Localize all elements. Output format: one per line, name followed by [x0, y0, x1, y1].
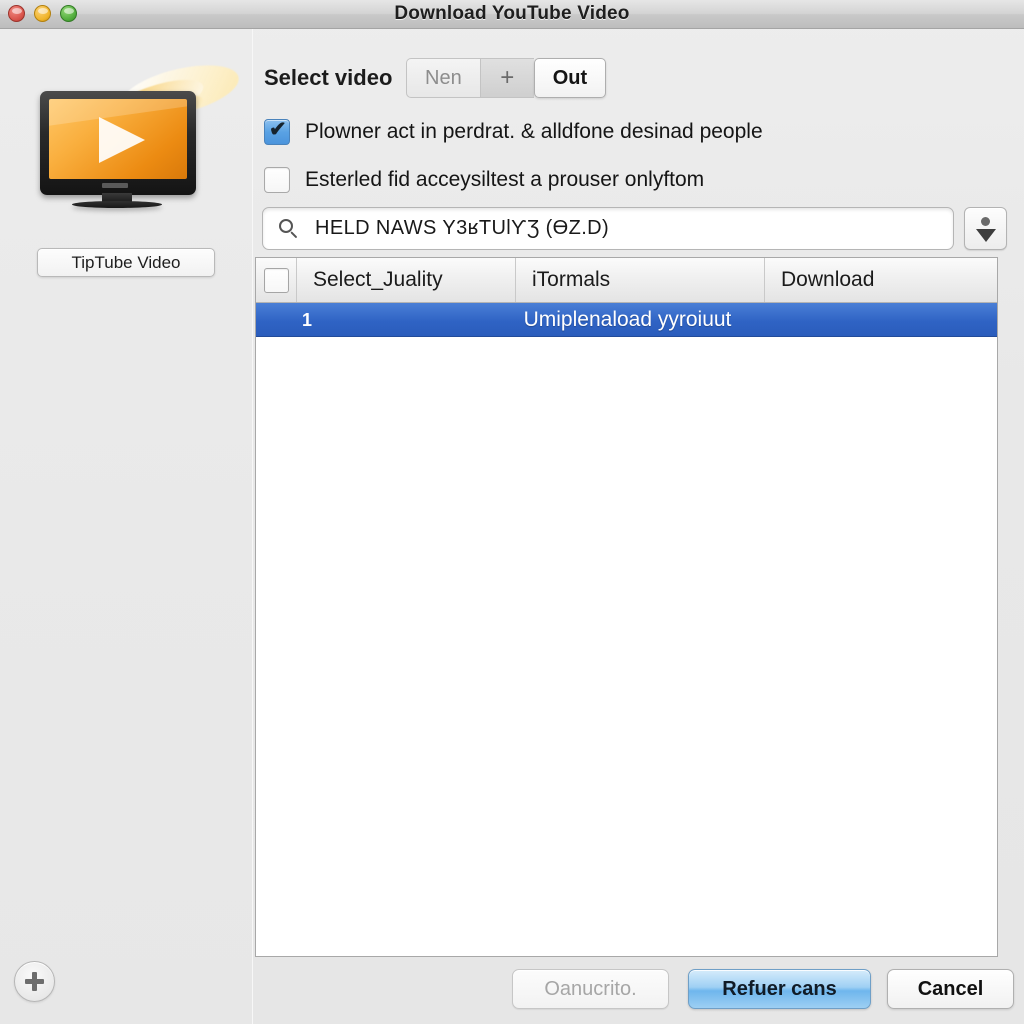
dialog-content: TipTube Video Select video Nen + Out Plo… — [0, 29, 1024, 1024]
select-all-checkbox[interactable] — [263, 267, 289, 293]
sidebar: TipTube Video — [0, 29, 253, 1024]
checkbox-1-label: Plowner act in perdrat. & alldfone desin… — [305, 120, 763, 143]
window-title: Download YouTube Video — [394, 3, 630, 24]
segmented-control[interactable]: Nen + Out — [406, 58, 607, 98]
stepper-updown-icon[interactable] — [964, 207, 1007, 250]
table-header-download[interactable]: Download — [765, 258, 997, 302]
checkbox-row-1[interactable]: Plowner act in perdrat. & alldfone desin… — [264, 117, 763, 147]
table-header-quality[interactable]: Select_Juality — [297, 258, 516, 302]
cancel-button[interactable]: Cancel — [887, 969, 1014, 1009]
play-triangle-icon — [99, 117, 145, 163]
tv-play-icon — [34, 56, 240, 208]
dialog-footer: Oanucrito. Refuer cans Cancel — [253, 969, 1024, 1024]
confirm-button[interactable]: Refuer cans — [688, 969, 871, 1009]
table-row[interactable]: 1 Umiplenaload yyroiuut — [256, 303, 997, 337]
stepper-down-icon[interactable] — [976, 229, 996, 242]
secondary-action-button[interactable]: Oanucrito. — [512, 969, 669, 1009]
select-video-label: Select video — [264, 65, 393, 90]
tv-screen — [49, 99, 187, 179]
tv-stand-base — [72, 201, 162, 208]
table-header-select-all[interactable] — [256, 258, 297, 302]
checkbox-2-label: Esterled fid acceysiltest a prouser only… — [305, 168, 705, 191]
checkbox-row-2[interactable]: Esterled fid acceysiltest a prouser only… — [264, 165, 704, 195]
search-row: HELD NAWS Y3ʁTUƖƳƷ (ƟZ.D) — [262, 207, 1007, 250]
main-panel: Select video Nen + Out Plowner act in pe… — [253, 29, 1024, 1024]
checkbox-1[interactable] — [264, 117, 290, 145]
segment-plus[interactable]: + — [479, 58, 534, 98]
search-input[interactable]: HELD NAWS Y3ʁTUƖƳƷ (ƟZ.D) — [262, 207, 954, 250]
segment-out[interactable]: Out — [533, 58, 607, 98]
table-empty-area — [256, 337, 997, 956]
segment-nen[interactable]: Nen — [406, 58, 480, 98]
tv-body — [40, 91, 196, 195]
search-input-value: HELD NAWS Y3ʁTUƖƳƷ (ƟZ.D) — [315, 217, 610, 239]
table-header-row: Select_Juality iTormals Download — [256, 258, 997, 303]
add-button[interactable] — [14, 961, 55, 1002]
title-bar: Download YouTube Video — [0, 0, 1024, 29]
search-icon — [279, 219, 300, 240]
results-table: Select_Juality iTormals Download 1 Umipl… — [255, 257, 998, 957]
dialog-window: Download YouTube Video TipTube Video Sel… — [0, 0, 1024, 1024]
checkbox-2[interactable] — [264, 167, 290, 193]
table-header-formats[interactable]: iTormals — [516, 258, 765, 302]
tv-brand-mark — [102, 183, 128, 188]
stepper-up-icon[interactable] — [981, 217, 990, 226]
app-name-label: TipTube Video — [37, 248, 215, 277]
table-row-title: Umiplenaload yyroiuut — [523, 308, 732, 331]
